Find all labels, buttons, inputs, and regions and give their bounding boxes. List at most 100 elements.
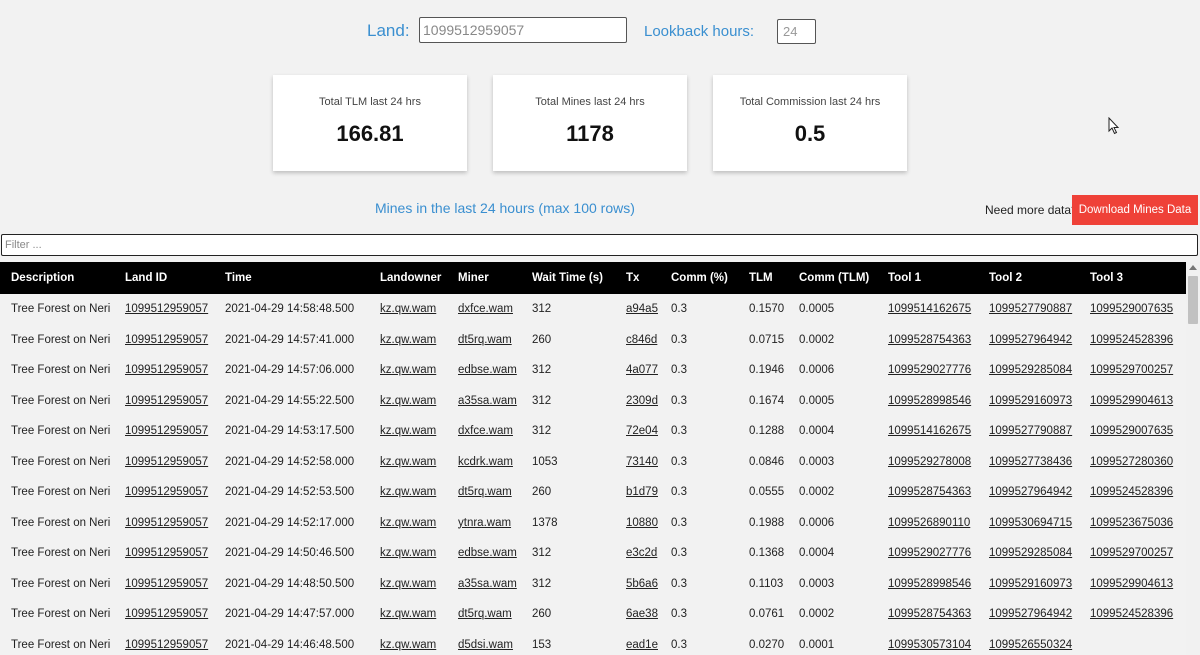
tool-2-link[interactable]: 1099527790887 [989, 303, 1072, 315]
land-id-link[interactable]: 1099512959057 [125, 639, 208, 651]
table-scrollbar[interactable] [1186, 262, 1200, 655]
tool-2-link[interactable]: 1099529285084 [989, 364, 1072, 376]
landowner-link[interactable]: kz.qw.wam [380, 425, 436, 437]
miner-link[interactable]: d5dsi.wam [458, 639, 513, 651]
column-header-land-id[interactable]: Land ID [114, 262, 214, 294]
landowner-link[interactable]: kz.qw.wam [380, 456, 436, 468]
land-input[interactable] [419, 17, 627, 43]
column-header-tool-2[interactable]: Tool 2 [978, 262, 1079, 294]
tool-3-link[interactable]: 1099529904613 [1090, 578, 1173, 590]
column-header-comm-percent[interactable]: Comm (%) [660, 262, 738, 294]
tool-1-link[interactable]: 1099526890110 [888, 517, 970, 529]
tool-3-link[interactable]: 1099529007635 [1090, 303, 1173, 315]
land-id-link[interactable]: 1099512959057 [125, 517, 208, 529]
land-id-link[interactable]: 1099512959057 [125, 547, 208, 559]
tool-2-link[interactable]: 1099527964942 [989, 486, 1072, 498]
tool-2-link[interactable]: 1099527790887 [989, 425, 1072, 437]
tool-2-link[interactable]: 1099529160973 [989, 395, 1072, 407]
tx-link[interactable]: b1d79 [626, 486, 658, 498]
column-header-tx[interactable]: Tx [615, 262, 660, 294]
tx-link[interactable]: 4a077 [626, 364, 658, 376]
tool-3-link[interactable]: 1099524528396 [1090, 608, 1173, 620]
tool-3-link[interactable]: 1099524528396 [1090, 334, 1173, 346]
tx-link[interactable]: 73140 [626, 456, 658, 468]
tx-link[interactable]: 2309d [626, 395, 658, 407]
column-header-comm-tlm[interactable]: Comm (TLM) [788, 262, 877, 294]
tx-link[interactable]: 10880 [626, 517, 658, 529]
tool-1-link[interactable]: 1099514162675 [888, 425, 971, 437]
landowner-link[interactable]: kz.qw.wam [380, 334, 436, 346]
miner-link[interactable]: dt5rq.wam [458, 334, 512, 346]
column-header-miner[interactable]: Miner [447, 262, 521, 294]
miner-link[interactable]: a35sa.wam [458, 578, 517, 590]
land-id-link[interactable]: 1099512959057 [125, 334, 208, 346]
column-header-wait-time[interactable]: Wait Time (s) [521, 262, 615, 294]
landowner-link[interactable]: kz.qw.wam [380, 608, 436, 620]
miner-link[interactable]: dt5rq.wam [458, 608, 512, 620]
tool-2-link[interactable]: 1099527964942 [989, 334, 1072, 346]
download-mines-data-button[interactable]: Download Mines Data [1072, 195, 1198, 225]
land-id-link[interactable]: 1099512959057 [125, 395, 208, 407]
lookback-hours-input[interactable] [777, 19, 816, 44]
tool-2-link[interactable]: 1099527964942 [989, 608, 1072, 620]
tool-1-link[interactable]: 1099528998546 [888, 395, 971, 407]
landowner-link[interactable]: kz.qw.wam [380, 578, 436, 590]
column-header-tool-1[interactable]: Tool 1 [877, 262, 978, 294]
scroll-up-arrow-icon[interactable] [1189, 265, 1197, 270]
land-id-link[interactable]: 1099512959057 [125, 456, 208, 468]
tool-2-link[interactable]: 1099529160973 [989, 578, 1072, 590]
tool-3-link[interactable]: 1099529007635 [1090, 425, 1173, 437]
landowner-link[interactable]: kz.qw.wam [380, 639, 436, 651]
miner-link[interactable]: dt5rq.wam [458, 486, 512, 498]
tx-link[interactable]: 5b6a6 [626, 578, 658, 590]
tool-3-link[interactable]: 1099523675036 [1090, 517, 1173, 529]
tool-3-link[interactable]: 1099524528396 [1090, 486, 1173, 498]
tool-1-link[interactable]: 1099514162675 [888, 303, 971, 315]
tool-3-link[interactable]: 1099529700257 [1090, 547, 1173, 559]
tool-1-link[interactable]: 1099530573104 [888, 639, 971, 651]
column-header-tlm[interactable]: TLM [738, 262, 788, 294]
land-id-link[interactable]: 1099512959057 [125, 303, 208, 315]
tool-1-link[interactable]: 1099528754363 [888, 608, 971, 620]
tool-3-link[interactable]: 1099529904613 [1090, 395, 1173, 407]
tool-1-link[interactable]: 1099529278008 [888, 456, 971, 468]
tool-3-link[interactable]: 1099529700257 [1090, 364, 1173, 376]
column-header-description[interactable]: Description [0, 262, 114, 294]
tx-link[interactable]: 6ae38 [626, 608, 658, 620]
tool-1-link[interactable]: 1099528754363 [888, 334, 971, 346]
tool-2-link[interactable]: 1099526550324 [989, 639, 1072, 651]
miner-link[interactable]: kcdrk.wam [458, 456, 513, 468]
column-header-landowner[interactable]: Landowner [369, 262, 447, 294]
filter-input[interactable] [1, 234, 1198, 256]
landowner-link[interactable]: kz.qw.wam [380, 517, 436, 529]
tool-2-link[interactable]: 1099527738436 [989, 456, 1072, 468]
land-id-link[interactable]: 1099512959057 [125, 486, 208, 498]
miner-link[interactable]: dxfce.wam [458, 303, 513, 315]
landowner-link[interactable]: kz.qw.wam [380, 364, 436, 376]
tx-link[interactable]: 72e04 [626, 425, 658, 437]
tx-link[interactable]: ead1e [626, 639, 658, 651]
landowner-link[interactable]: kz.qw.wam [380, 547, 436, 559]
miner-link[interactable]: ytnra.wam [458, 517, 511, 529]
miner-link[interactable]: edbse.wam [458, 547, 517, 559]
landowner-link[interactable]: kz.qw.wam [380, 395, 436, 407]
tool-2-link[interactable]: 1099529285084 [989, 547, 1072, 559]
tx-link[interactable]: c846d [626, 334, 657, 346]
miner-link[interactable]: a35sa.wam [458, 395, 517, 407]
column-header-time[interactable]: Time [214, 262, 369, 294]
column-header-tool-3[interactable]: Tool 3 [1079, 262, 1186, 294]
miner-link[interactable]: dxfce.wam [458, 425, 513, 437]
land-id-link[interactable]: 1099512959057 [125, 364, 208, 376]
tool-1-link[interactable]: 1099528998546 [888, 578, 971, 590]
land-id-link[interactable]: 1099512959057 [125, 578, 208, 590]
landowner-link[interactable]: kz.qw.wam [380, 303, 436, 315]
tx-link[interactable]: a94a5 [626, 303, 658, 315]
tx-link[interactable]: e3c2d [626, 547, 657, 559]
land-id-link[interactable]: 1099512959057 [125, 608, 208, 620]
tool-1-link[interactable]: 1099529027776 [888, 364, 971, 376]
land-id-link[interactable]: 1099512959057 [125, 425, 208, 437]
tool-2-link[interactable]: 1099530694715 [989, 517, 1072, 529]
tool-1-link[interactable]: 1099528754363 [888, 486, 971, 498]
tool-3-link[interactable]: 1099527280360 [1090, 456, 1173, 468]
landowner-link[interactable]: kz.qw.wam [380, 486, 436, 498]
